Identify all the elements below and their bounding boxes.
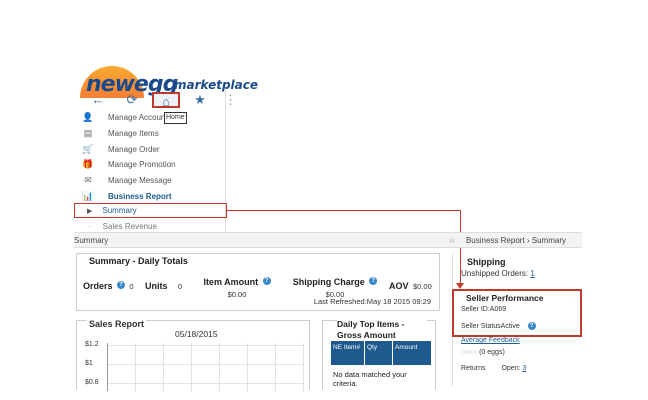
gift-icon: 🎁	[82, 159, 94, 170]
items-icon: ▤	[83, 128, 93, 139]
shipping-title: Shipping	[467, 257, 506, 267]
seller-status-text: Seller StatusActive	[461, 322, 520, 330]
gridline	[247, 343, 248, 391]
orders-label: Orders	[83, 281, 113, 291]
column-header[interactable]: Qty	[365, 341, 393, 365]
summary-daily-totals-panel: Summary - Daily Totals Orders ? 0 Units …	[76, 253, 440, 311]
sidebar-toolbar: ← ⟳ ⌂ ★ ⋮ Home	[74, 90, 237, 124]
sales-report-title: Sales Report	[87, 319, 147, 329]
seller-id: Seller ID:A069	[461, 306, 507, 313]
aov-stat: AOV $0.00	[389, 276, 432, 294]
sidebar-item-label: Manage Promotion	[108, 160, 176, 170]
returns-label: Returns	[461, 365, 486, 372]
aov-value: $0.00	[412, 282, 432, 291]
bar-chart-icon: 📊	[82, 190, 94, 201]
sidebar-item-label: Sales Revenue	[102, 221, 157, 231]
annotation-line	[227, 210, 460, 211]
open-count-link[interactable]: 3	[523, 365, 527, 372]
y-tick-label: $0.8	[85, 379, 99, 386]
orders-stat: Orders ? 0	[83, 276, 134, 294]
gridline	[163, 343, 164, 391]
open-label: Open:	[501, 365, 521, 372]
sidebar-item-manage-message[interactable]: ✉ Manage Message	[74, 173, 225, 189]
unshipped-count-link[interactable]: 1	[530, 269, 534, 278]
gridline	[275, 343, 276, 391]
page-title: Summary	[74, 236, 109, 245]
gridline	[303, 343, 304, 391]
unshipped-label: Unshipped Orders:	[461, 269, 529, 278]
home-tooltip: Home	[164, 112, 187, 124]
breadcrumb: ☆ Business Report › Summary	[449, 236, 566, 245]
sidebar-item-summary[interactable]: ▶ Summary	[74, 203, 227, 218]
feedback-eggs: ○○○○○ (0 eggs)	[461, 349, 505, 356]
top-items-title: Daily Top Items - Gross Amount	[337, 319, 427, 341]
help-icon[interactable]: ?	[527, 322, 536, 330]
sidebar-item-label: Manage Order	[108, 144, 160, 154]
sidebar-item-manage-order[interactable]: 🛒 Manage Order	[74, 141, 225, 157]
column-header[interactable]: NE Item#	[331, 341, 365, 365]
sidebar-item-business-report[interactable]: 📊 Business Report	[74, 188, 225, 204]
gridline	[135, 343, 136, 391]
sidebar-item-manage-items[interactable]: ▤ Manage Items	[74, 126, 225, 142]
item-amount-value: $0.00	[227, 290, 247, 299]
seller-performance-title: Seller Performance	[466, 293, 544, 303]
item-amount-label: Item Amount	[203, 277, 259, 287]
sidebar-item-label: Business Report	[108, 191, 172, 201]
units-label: Units	[145, 281, 168, 291]
sidebar-item-label: Summary	[102, 206, 137, 215]
caret-right-icon: ▶	[87, 207, 93, 215]
top-items-table-header: NE Item# Qty Amount	[331, 341, 431, 365]
y-tick-label: $1.2	[85, 341, 99, 348]
cart-icon: 🛒	[82, 143, 94, 154]
egg-rating-icon: ○○○○○	[461, 349, 478, 356]
units-value: 0	[177, 282, 183, 291]
back-arrow-icon[interactable]: ←	[88, 92, 108, 108]
average-feedback-link[interactable]: Average Feedback	[461, 337, 520, 344]
daily-top-items-panel: Daily Top Items - Gross Amount NE Item# …	[322, 319, 436, 390]
help-icon[interactable]: ?	[116, 280, 125, 289]
help-icon[interactable]: ?	[369, 276, 378, 285]
breadcrumb-bar: Summary ☆ Business Report › Summary	[74, 232, 582, 248]
column-header[interactable]: Amount	[393, 341, 431, 365]
sidebar-item-label: Manage Message	[108, 176, 172, 186]
units-stat: Units 0	[145, 276, 182, 294]
y-tick-label: $1	[85, 360, 93, 367]
y-axis	[107, 343, 108, 391]
more-icon[interactable]: ⋮	[224, 92, 237, 108]
refresh-icon[interactable]: ⟳	[122, 92, 142, 108]
returns-row: Returns Open: 3	[461, 365, 526, 372]
gridline	[219, 343, 220, 391]
gridline	[191, 343, 192, 391]
eggs-text: (0 eggs)	[479, 349, 505, 356]
sidebar-item-label: Manage Account	[108, 113, 168, 123]
shipping-charge-label: Shipping Charge	[292, 277, 365, 287]
seller-performance-box: Seller Performance Seller ID:A069 Seller…	[452, 289, 582, 337]
home-icon[interactable]: ⌂	[152, 92, 180, 109]
help-icon[interactable]: ?	[262, 276, 271, 285]
sales-report-panel: Sales Report 05/18/2015 $1.2 $1 $0.8	[76, 319, 310, 391]
user-icon: 👤	[82, 112, 94, 123]
tree-line-icon: ·	[88, 221, 91, 231]
breadcrumb-path[interactable]: Business Report › Summary	[466, 236, 566, 245]
unshipped-orders: Unshipped Orders: 1	[461, 269, 535, 278]
item-amount-stat: Item Amount ? $0.00	[199, 272, 275, 299]
sidebar-item-manage-account[interactable]: 👤 Manage Account	[74, 110, 225, 126]
favorite-star-icon[interactable]: ☆	[449, 236, 456, 245]
star-icon[interactable]: ★	[190, 92, 210, 108]
no-data-message: No data matched your criteria.	[333, 370, 407, 388]
envelope-icon: ✉	[84, 175, 92, 186]
last-refreshed: Last Refreshed:May 18 2015 09:29	[313, 297, 431, 306]
sidebar-item-sales-revenue[interactable]: · Sales Revenue	[74, 219, 157, 233]
sidebar-item-label: Manage Items	[108, 129, 159, 139]
shipping-charge-stat: Shipping Charge ? $0.00	[289, 272, 381, 299]
aov-label: AOV	[389, 281, 409, 291]
seller-status: Seller StatusActive ?	[461, 322, 536, 330]
panel-title: Summary - Daily Totals	[87, 256, 190, 266]
sidebar-item-manage-promotion[interactable]: 🎁 Manage Promotion	[74, 157, 225, 173]
chart-date: 05/18/2015	[175, 329, 218, 339]
orders-value: 0	[129, 282, 134, 291]
